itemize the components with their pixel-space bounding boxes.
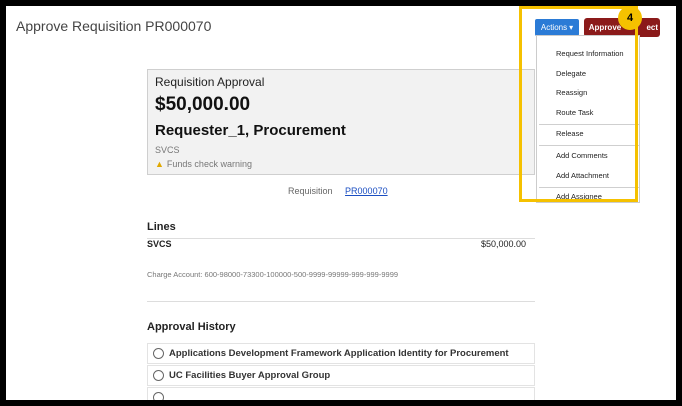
lines-heading: Lines <box>147 221 176 233</box>
requisition-label: Requisition <box>288 186 333 196</box>
approval-history-item-label: UC Facilities Buyer Approval Group <box>169 370 331 381</box>
approval-history-item-label: Applications Development Framework Appli… <box>169 348 509 359</box>
card-label: Requisition Approval <box>155 75 265 89</box>
line-charge-account: Charge Account: 600-98000-73300-100000-5… <box>147 270 399 279</box>
card-business-unit: SVCS <box>155 145 180 155</box>
requisition-approval-card: Requisition Approval $50,000.00 Requeste… <box>147 69 535 175</box>
app-window: Approve Requisition PR000070 Actions ▾ e… <box>6 6 676 400</box>
line-name[interactable]: SVCS <box>147 239 172 249</box>
approval-history-item[interactable] <box>147 387 535 400</box>
line-amount: $50,000.00 <box>481 239 527 249</box>
callout-highlight-box <box>519 6 638 202</box>
approval-history-item[interactable]: UC Facilities Buyer Approval Group <box>147 365 535 386</box>
section-divider <box>147 301 535 302</box>
requisition-link-row: Requisition PR000070 <box>288 186 388 196</box>
requisition-link[interactable]: PR000070 <box>345 186 388 196</box>
card-amount: $50,000.00 <box>155 94 251 115</box>
radio-circle-icon <box>153 370 164 381</box>
radio-circle-icon <box>153 392 164 400</box>
lines-divider <box>147 238 535 239</box>
warning-icon: ▲ <box>155 159 164 169</box>
approval-history-heading: Approval History <box>147 321 236 333</box>
page-title: Approve Requisition PR000070 <box>16 18 212 34</box>
radio-circle-icon <box>153 348 164 359</box>
approval-history-item[interactable]: Applications Development Framework Appli… <box>147 343 535 364</box>
funds-check-warning: ▲ Funds check warning <box>155 159 252 169</box>
warning-text: Funds check warning <box>166 159 252 169</box>
card-requester: Requester_1, Procurement <box>155 122 346 139</box>
step-number-badge: 4 <box>618 6 642 30</box>
